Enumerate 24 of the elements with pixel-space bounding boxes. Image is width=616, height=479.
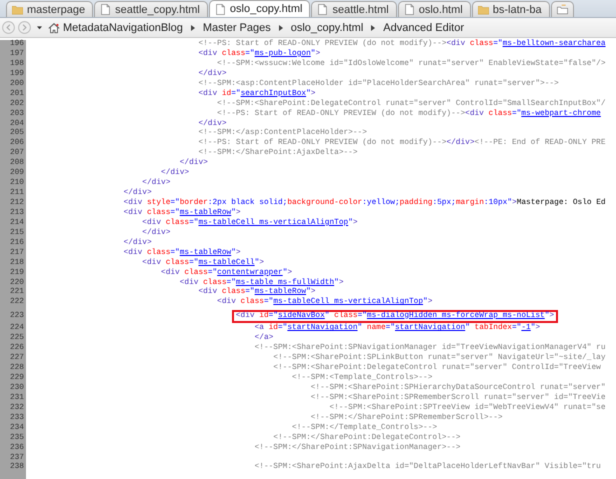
chevron-icon [278,24,283,30]
document-tab[interactable]: seattle_copy.html [94,1,208,17]
document-tab[interactable]: masterpage [6,1,94,17]
breadcrumb-link[interactable]: MetadataNavigationBlog [63,22,183,34]
document-tab[interactable]: oslo_copy.html [208,0,310,17]
dropdown-caret-icon[interactable] [37,26,42,30]
document-tab[interactable]: bs-latn-ba [472,1,550,17]
breadcrumb-link[interactable]: oslo_copy.html [290,22,364,34]
new-tab-button[interactable] [550,1,574,17]
folder-icon [556,4,568,15]
document-tab[interactable]: seattle.html [311,1,397,17]
breadcrumb-link[interactable]: Master Pages [202,22,271,34]
chevron-icon [371,24,376,30]
chevron-icon [190,24,195,30]
folder-icon [478,4,489,15]
file-icon [100,4,112,15]
breadcrumb-link[interactable]: Advanced Editor [383,22,464,34]
line-number-gutter [0,473,26,479]
folder-icon [12,4,23,15]
file-icon [404,4,415,15]
file-icon [214,4,226,14]
document-tab[interactable]: oslo.html [398,1,471,17]
home-icon[interactable] [48,22,60,34]
file-icon [317,4,328,15]
